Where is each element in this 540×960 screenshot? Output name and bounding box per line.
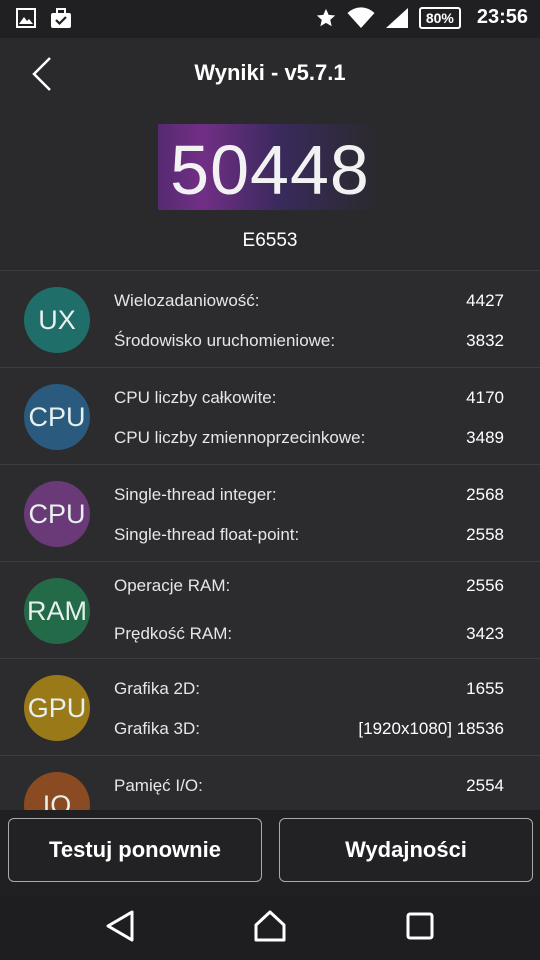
row-value: 1655 (466, 679, 504, 698)
navigation-bar (0, 895, 540, 960)
results-list[interactable]: UX Wielozadaniowość: 4427 Środowisko uru… (0, 270, 540, 810)
row-value: 2556 (466, 576, 504, 595)
row-label: Środowisko uruchomieniowe: (114, 331, 336, 350)
result-group-io: IO Pamięć I/O: 2554 (0, 755, 540, 810)
row-value: 4170 (466, 388, 504, 407)
row-label: Prędkość RAM: (114, 624, 233, 643)
clock: 23:56 (476, 6, 528, 28)
wifi-icon (347, 6, 375, 28)
row-label: Pamięć I/O: (114, 776, 203, 795)
row-value: 3489 (466, 428, 504, 447)
total-score: 50448 (170, 131, 370, 209)
device-model: E6553 (242, 230, 298, 251)
row-value: 3423 (466, 624, 504, 643)
row-value: 4427 (466, 291, 504, 310)
io-badge-icon: IO (24, 772, 90, 810)
star-icon (316, 8, 336, 26)
performance-button[interactable]: Wydajności (279, 818, 533, 882)
ux-badge-icon: UX (24, 287, 90, 353)
result-group-gpu: GPU Grafika 2D: 1655 Grafika 3D: [1920x1… (0, 658, 540, 755)
cpu-single-badge-icon: CPU (24, 481, 90, 547)
recents-square-icon[interactable] (404, 909, 436, 943)
ram-badge-icon: RAM (24, 578, 90, 644)
result-group-ram: RAM Operacje RAM: 2556 Prędkość RAM: 342… (0, 561, 540, 658)
briefcase-icon (51, 8, 71, 28)
result-group-cpu: CPU CPU liczby całkowite: 4170 CPU liczb… (0, 367, 540, 464)
battery-icon: 80% (418, 6, 461, 29)
row-value: 3832 (466, 331, 504, 350)
row-label: Grafika 2D: (114, 679, 200, 698)
row-value: [1920x1080] 18536 (358, 719, 504, 738)
row-label: Single-thread integer: (114, 485, 277, 504)
image-icon (16, 8, 36, 28)
result-group-cpu-single: CPU Single-thread integer: 2568 Single-t… (0, 464, 540, 561)
row-label: Wielozadaniowość: (114, 291, 260, 310)
signal-icon (385, 7, 408, 28)
row-label: CPU liczby zmiennoprzecinkowe: (114, 428, 366, 447)
row-value: 2558 (466, 525, 504, 544)
page-title: Wyniki - v5.7.1 (194, 60, 346, 85)
battery-level: 80% (425, 9, 454, 26)
results-header: Wyniki - v5.7.1 50448 E6553 (0, 38, 540, 270)
row-label: Operacje RAM: (114, 576, 231, 595)
retest-button[interactable]: Testuj ponownie (8, 818, 262, 882)
action-bar: Testuj ponownie Wydajności (0, 810, 540, 895)
row-label: CPU liczby całkowite: (114, 388, 277, 407)
row-value: 2554 (466, 776, 504, 795)
cpu-badge-icon: CPU (24, 384, 90, 450)
row-label: Single-thread float-point: (114, 525, 300, 544)
result-group-ux: UX Wielozadaniowość: 4427 Środowisko uru… (0, 270, 540, 367)
gpu-badge-icon: GPU (24, 675, 90, 741)
row-label: Grafika 3D: (114, 719, 200, 738)
status-bar: 80% 23:56 (0, 0, 540, 38)
home-icon[interactable] (252, 909, 288, 943)
row-value: 2568 (466, 485, 504, 504)
back-triangle-icon[interactable] (104, 909, 136, 943)
